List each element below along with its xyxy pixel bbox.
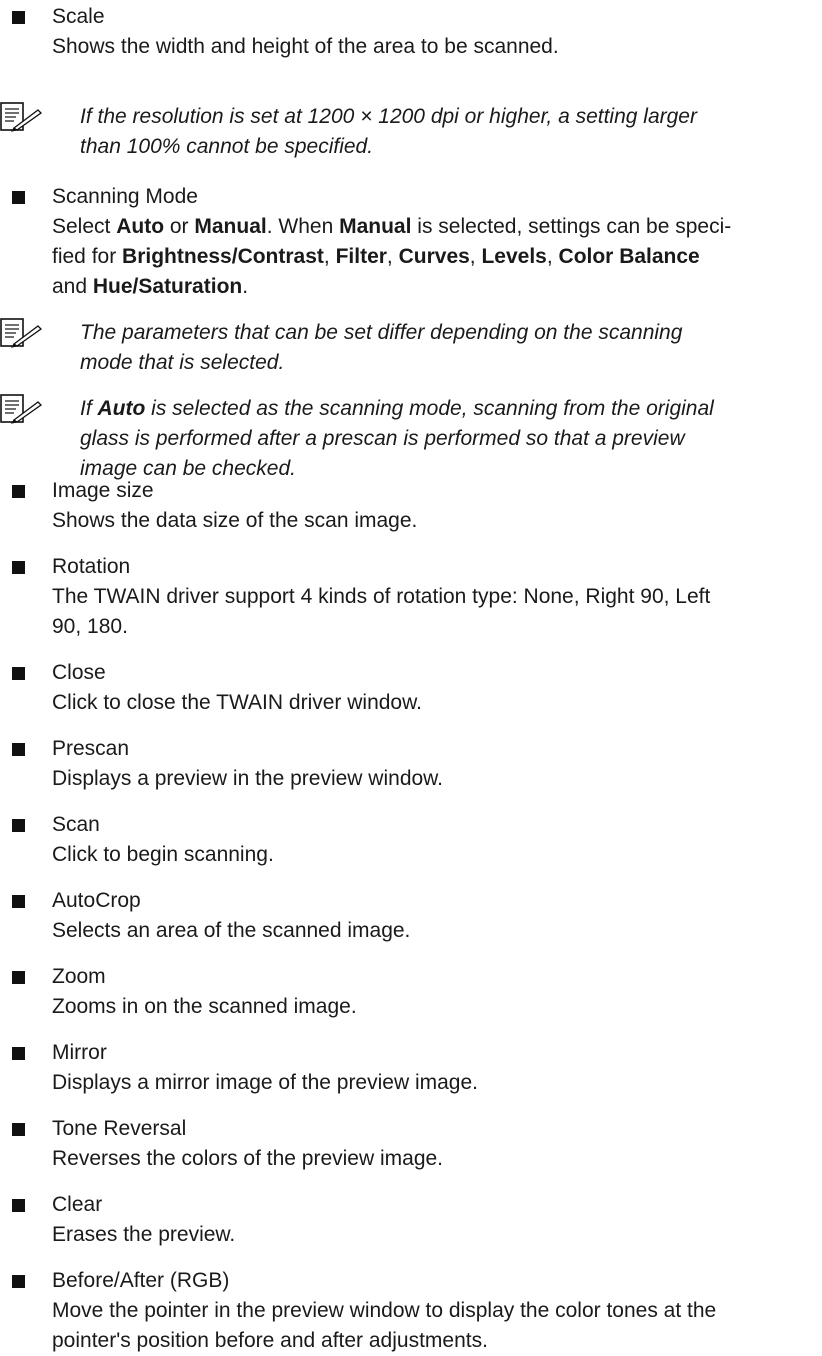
item-term: Scanning Mode: [52, 185, 198, 208]
note-text-line: image can be checked.: [80, 457, 296, 480]
item-description: Erases the preview.: [52, 1223, 236, 1246]
bullet-icon: [12, 1123, 25, 1136]
item-term: Scan: [52, 813, 100, 836]
bullet-icon: [12, 971, 25, 984]
item-term: Close: [52, 661, 106, 684]
bullet-icon: [12, 1199, 25, 1212]
bullet-icon: [12, 485, 25, 498]
item-description: Displays a mirror image of the preview i…: [52, 1071, 478, 1094]
item-term: Before/After (RGB): [52, 1269, 230, 1292]
bullet-icon: [12, 667, 25, 680]
item-term: AutoCrop: [52, 889, 141, 912]
item-term: Image size: [52, 479, 154, 502]
item-description: Displays a preview in the preview window…: [52, 767, 444, 790]
item-description: Shows the width and height of the area t…: [52, 35, 559, 58]
item-description: and Hue/Saturation.: [52, 275, 249, 298]
bullet-icon: [12, 191, 25, 204]
note-text-line: glass is performed after a prescan is pe…: [80, 427, 685, 450]
item-term: Scale: [52, 5, 105, 28]
item-description: Click to close the TWAIN driver window.: [52, 691, 422, 714]
item-description: pointer's position before and after adju…: [52, 1329, 488, 1352]
item-description: Reverses the colors of the preview image…: [52, 1147, 444, 1170]
item-description: Selects an area of the scanned image.: [52, 919, 411, 942]
bullet-icon: [12, 1047, 25, 1060]
item-description: Click to begin scanning.: [52, 843, 274, 866]
item-description: Shows the data size of the scan image.: [52, 509, 418, 532]
note-pencil-icon: [0, 318, 42, 348]
item-term: Mirror: [52, 1041, 107, 1064]
bullet-icon: [12, 819, 25, 832]
bullet-icon: [12, 895, 25, 908]
item-description: Zooms in on the scanned image.: [52, 995, 357, 1018]
item-description: Select Auto or Manual. When Manual is se…: [52, 215, 732, 238]
bullet-icon: [12, 1275, 25, 1288]
note-text-line: than 100% cannot be specified.: [80, 135, 374, 158]
bullet-icon: [12, 561, 25, 574]
item-term: Tone Reversal: [52, 1117, 187, 1140]
item-description: 90, 180.: [52, 615, 128, 638]
item-term: Zoom: [52, 965, 106, 988]
bullet-icon: [12, 743, 25, 756]
note-pencil-icon: [0, 102, 42, 132]
item-term: Clear: [52, 1193, 103, 1216]
item-description: Move the pointer in the preview window t…: [52, 1299, 717, 1322]
note-text-line: If the resolution is set at 1200 × 1200 …: [80, 105, 697, 128]
note-text-line: The parameters that can be set differ de…: [80, 321, 683, 344]
item-description: fied for Brightness/Contrast, Filter, Cu…: [52, 245, 700, 268]
note-text-line: If Auto is selected as the scanning mode…: [80, 397, 714, 420]
note-pencil-icon: [0, 394, 42, 424]
bullet-icon: [12, 11, 25, 24]
manual-page: Scale Shows the width and height of the …: [0, 0, 822, 1352]
item-term: Prescan: [52, 737, 130, 760]
item-description: The TWAIN driver support 4 kinds of rota…: [52, 585, 711, 608]
note-text-line: mode that is selected.: [80, 351, 285, 374]
item-term: Rotation: [52, 555, 131, 578]
